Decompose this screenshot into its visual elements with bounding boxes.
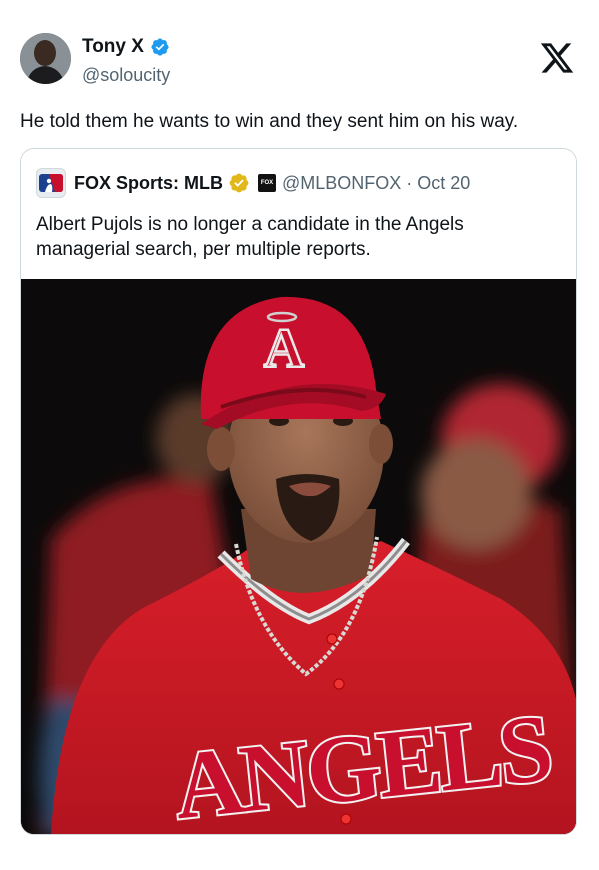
cap-logo: A: [264, 318, 305, 380]
tweet-text: He told them he wants to win and they se…: [20, 111, 519, 132]
verified-badge-icon: [151, 38, 169, 56]
affiliate-badge-icon: FOX: [258, 174, 276, 192]
player-photo: A ANGELS: [21, 279, 576, 834]
quoted-author-avatar[interactable]: [36, 168, 66, 198]
quoted-tweet-date[interactable]: Oct 20: [417, 173, 470, 194]
x-logo-icon[interactable]: [537, 40, 577, 76]
author-avatar[interactable]: [20, 33, 71, 84]
header-separator: ·: [406, 172, 413, 193]
quoted-tweet-text: Albert Pujols is no longer a candidate i…: [36, 214, 464, 260]
author-name[interactable]: Tony X: [82, 36, 144, 58]
quoted-author-handle[interactable]: @MLBONFOX: [282, 173, 401, 194]
author-name-row[interactable]: Tony X: [82, 36, 170, 58]
mlb-logo-icon: [39, 174, 63, 192]
quoted-tweet-photo[interactable]: A ANGELS: [21, 279, 576, 834]
quoted-tweet-card[interactable]: FOX Sports: MLB FOX @MLBONFOX · Oct 20 A…: [20, 148, 577, 835]
quoted-author-name[interactable]: FOX Sports: MLB: [74, 173, 223, 194]
quoted-tweet-header: FOX Sports: MLB FOX @MLBONFOX · Oct 20: [36, 168, 470, 198]
author-handle[interactable]: @soloucity: [82, 65, 170, 86]
gold-verified-badge-icon: [229, 173, 249, 193]
